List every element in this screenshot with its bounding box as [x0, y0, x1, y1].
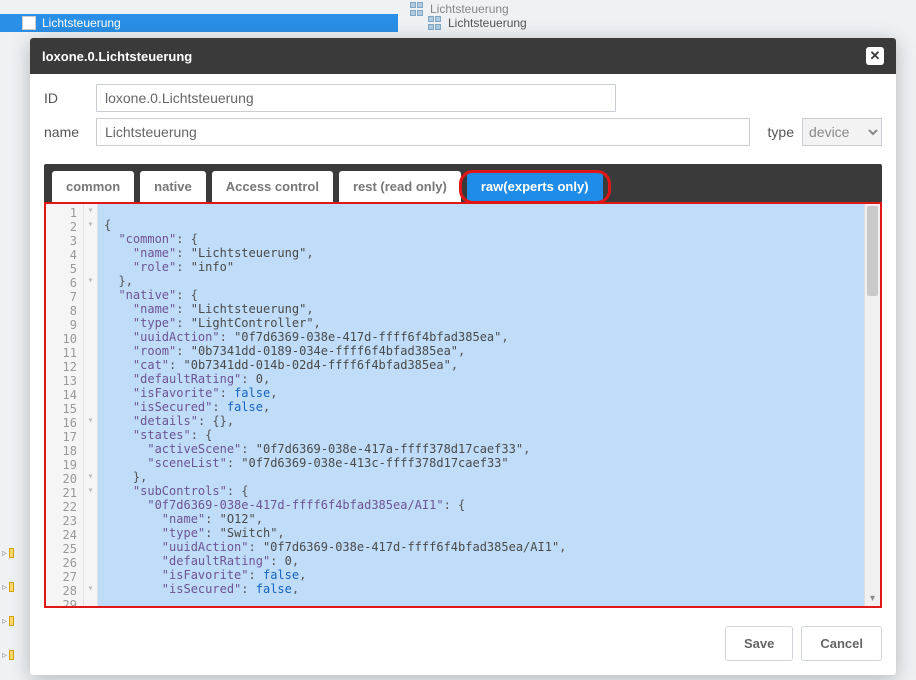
dialog-buttons: Save Cancel [30, 608, 896, 675]
tree-expand-icon[interactable]: ▹ [0, 570, 14, 604]
type-select[interactable]: device [802, 118, 882, 146]
save-button[interactable]: Save [725, 626, 793, 661]
form-area: ID name type device [30, 74, 896, 160]
scroll-down-icon[interactable]: ▾ [865, 593, 880, 604]
close-icon[interactable]: ✕ [866, 47, 884, 65]
editor-scrollbar[interactable]: ▾ [864, 204, 880, 606]
code-editor[interactable]: 1234567891011121314151617181920212223242… [44, 202, 882, 608]
type-label: type [758, 124, 794, 140]
tab-rest[interactable]: rest (read only) [339, 171, 461, 202]
document-icon [22, 16, 36, 30]
cancel-button[interactable]: Cancel [801, 626, 882, 661]
scrollbar-thumb[interactable] [867, 206, 878, 296]
bg-left-selected[interactable]: Lichtsteuerung [42, 16, 121, 30]
bg-right-item: Lichtsteuerung [448, 16, 527, 30]
tree-expand-icon[interactable]: ▹ [0, 536, 14, 570]
line-number-gutter: 1234567891011121314151617181920212223242… [46, 204, 84, 606]
tree-expand-icon[interactable]: ▹ [0, 638, 14, 672]
id-label: ID [44, 90, 88, 106]
name-field[interactable] [96, 118, 750, 146]
tab-common[interactable]: common [52, 171, 134, 202]
object-editor-dialog: loxone.0.Lichtsteuerung ✕ ID name type d… [30, 38, 896, 675]
name-label: name [44, 124, 88, 140]
id-field[interactable] [96, 84, 616, 112]
tabs-bar: common native Access control rest (read … [44, 164, 882, 202]
tab-access-control[interactable]: Access control [212, 171, 333, 202]
dialog-titlebar: loxone.0.Lichtsteuerung ✕ [30, 38, 896, 74]
tab-raw[interactable]: raw(experts only) [467, 171, 603, 202]
fold-gutter[interactable]: ▾▾▾▾▾▾▾ [84, 204, 98, 606]
tab-native[interactable]: native [140, 171, 206, 202]
tree-expand-icon[interactable]: ▹ [0, 604, 14, 638]
code-content[interactable]: { "common": { "name": "Lichtsteuerung", … [98, 216, 864, 594]
grid-icon [428, 16, 442, 30]
dialog-title: loxone.0.Lichtsteuerung [42, 49, 192, 64]
